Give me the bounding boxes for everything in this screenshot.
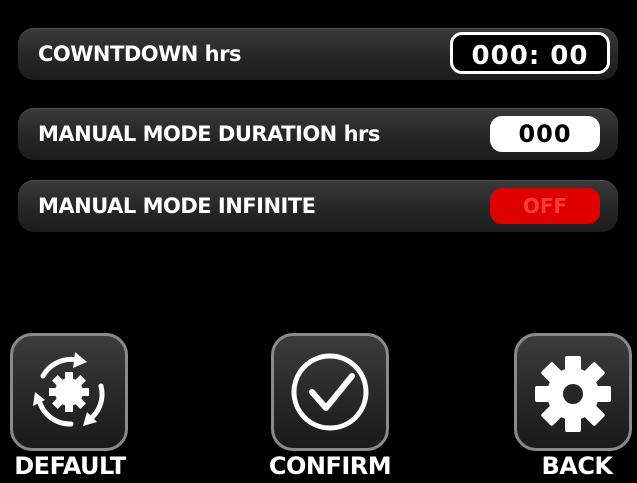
- back-button[interactable]: [514, 333, 632, 451]
- manual-infinite-toggle[interactable]: OFF: [490, 188, 600, 224]
- countdown-label: COWNTDOWN hrs: [38, 42, 241, 66]
- confirm-button[interactable]: [271, 333, 389, 451]
- countdown-row: COWNTDOWN hrs 000: 00: [18, 28, 618, 80]
- manual-infinite-row: MANUAL MODE INFINITE OFF: [18, 180, 618, 232]
- manual-duration-row: MANUAL MODE DURATION hrs 000: [18, 108, 618, 160]
- gear-icon: [535, 356, 611, 432]
- manual-infinite-label: MANUAL MODE INFINITE: [38, 194, 316, 218]
- default-button-label: DEFAULT: [14, 452, 126, 480]
- default-button[interactable]: [10, 333, 128, 451]
- manual-duration-value-field[interactable]: 000: [490, 116, 600, 152]
- manual-duration-label: MANUAL MODE DURATION hrs: [38, 122, 380, 146]
- reset-cycle-icon: [33, 352, 105, 427]
- countdown-value-field[interactable]: 000: 00: [450, 32, 610, 74]
- confirm-button-label: CONFIRM: [268, 452, 392, 480]
- check-circle-icon: [291, 353, 369, 431]
- back-button-label: BACK: [541, 452, 613, 480]
